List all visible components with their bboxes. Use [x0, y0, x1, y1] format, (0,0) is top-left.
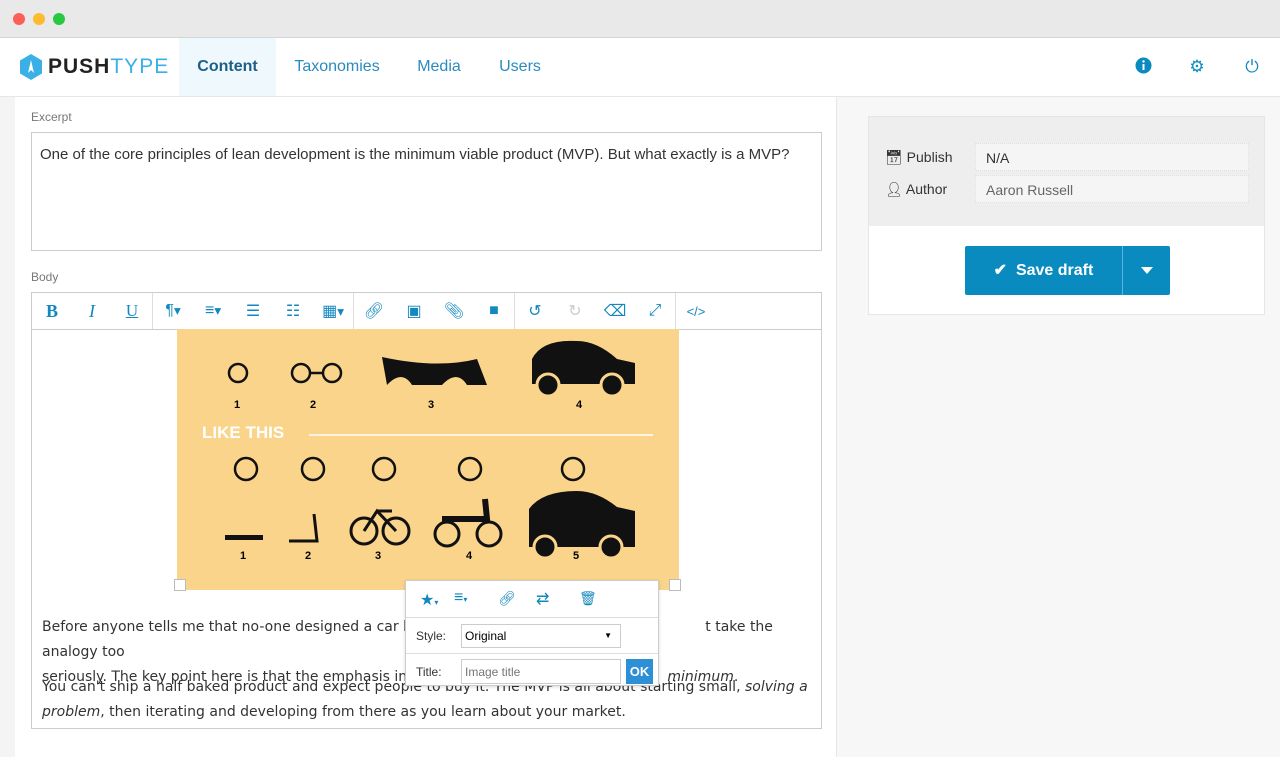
tab-content[interactable]: Content: [179, 38, 276, 96]
image-number: 4: [576, 399, 583, 411]
excerpt-textarea[interactable]: One of the core principles of lean devel…: [31, 132, 822, 251]
car-shape: [529, 491, 635, 560]
scooter-shape: [289, 513, 319, 543]
align-button[interactable]: ≡▾: [193, 302, 233, 320]
html-code-icon[interactable]: </>: [676, 304, 716, 319]
save-options-dropdown-button[interactable]: [1122, 246, 1170, 295]
publish-label: 📅︎ Publish: [885, 149, 953, 165]
image-number: 1: [234, 399, 241, 411]
mvp-illustration-image[interactable]: LIKE THIS 1 2 3 4 1 2 3 4 5: [177, 329, 679, 590]
replace-image-icon[interactable]: ⇄: [536, 589, 549, 609]
close-window-button[interactable]: [13, 13, 25, 25]
trash-icon[interactable]: 🗑︎: [579, 590, 597, 607]
image-number: 2: [305, 550, 312, 562]
ordered-list-button[interactable]: ☰: [233, 301, 273, 321]
star-style-button[interactable]: ★▾: [420, 590, 438, 610]
logo[interactable]: PUSH TYPE: [20, 54, 169, 80]
power-icon[interactable]: ⏻: [1243, 57, 1261, 76]
bold-button[interactable]: B: [32, 301, 72, 322]
eraser-icon[interactable]: ⌫: [595, 301, 635, 321]
paragraph-format-button[interactable]: ¶▾: [153, 302, 193, 320]
image-icon[interactable]: ▣: [394, 301, 434, 321]
attachment-icon[interactable]: 📎︎: [434, 301, 474, 321]
align-image-button[interactable]: ≡▾: [454, 589, 467, 607]
calendar-icon: 📅︎: [885, 149, 903, 165]
publish-panel: 📅︎ Publish N/A 👤︎ Author Aaron Russell ✔…: [868, 116, 1265, 315]
image-number: 5: [573, 550, 580, 562]
maximize-window-button[interactable]: [53, 13, 65, 25]
image-number: 2: [310, 399, 317, 411]
logo-text-bold: PUSH: [48, 55, 111, 78]
image-number: 3: [428, 399, 435, 411]
ok-button[interactable]: OK: [626, 659, 653, 684]
resize-handle[interactable]: [669, 579, 681, 591]
excerpt-label: Excerpt: [31, 110, 72, 124]
bicycle-shape: [349, 508, 411, 546]
wheel-shape: [321, 362, 343, 384]
style-select[interactable]: Original ▼: [461, 624, 621, 648]
body-label: Body: [31, 270, 59, 284]
link-icon[interactable]: 🔗︎: [354, 301, 394, 321]
publish-field[interactable]: N/A: [975, 143, 1249, 171]
info-icon[interactable]: [1134, 57, 1152, 75]
wheel-shape: [290, 362, 312, 384]
save-draft-button[interactable]: ✔ Save draft: [965, 246, 1122, 295]
style-row: Style: Original ▼: [406, 617, 658, 653]
image-number: 4: [466, 550, 473, 562]
motorcycle-shape: [433, 498, 503, 548]
logo-hexagon-icon: [20, 54, 42, 80]
editor-toolbar: B I U ¶▾ ≡▾ ☰ ☷ ▦▾ 🔗︎ ▣ 📎︎ ■ ↺ ↻ ⌫ ⤢ </>: [31, 292, 822, 330]
redo-icon: ↻: [568, 303, 582, 320]
video-icon[interactable]: ■: [474, 302, 514, 320]
tab-media[interactable]: Media: [408, 38, 470, 96]
link-image-icon[interactable]: 🔗︎: [498, 590, 516, 607]
meta-section: 📅︎ Publish N/A 👤︎ Author Aaron Russell: [869, 117, 1264, 226]
style-label: Style:: [416, 629, 447, 643]
gear-icon[interactable]: ⚙: [1188, 57, 1206, 76]
image-title-input[interactable]: [461, 659, 621, 684]
title-label: Title:: [416, 665, 442, 679]
car-shape: [532, 340, 635, 398]
image-number: 3: [375, 550, 382, 562]
car-body-shape: [382, 357, 487, 385]
image-edit-popup: ★▾ ≡▾ 🔗︎ ⇄ 🗑︎ Style: Original▼ Title: OK: [405, 580, 659, 686]
skateboard-shape: [225, 535, 263, 540]
left-gutter: [0, 97, 15, 757]
author-label: 👤︎ Author: [885, 181, 948, 197]
resize-handle[interactable]: [174, 579, 186, 591]
user-icon: 👤︎: [885, 181, 903, 197]
underline-button[interactable]: U: [112, 301, 152, 321]
image-number: 1: [240, 550, 247, 562]
author-field[interactable]: Aaron Russell: [975, 175, 1249, 203]
title-row: Title: OK: [406, 653, 658, 686]
unordered-list-button[interactable]: ☷: [273, 301, 313, 321]
tab-users[interactable]: Users: [490, 38, 550, 96]
mvp-illustration: [225, 340, 653, 560]
italic-button[interactable]: I: [72, 301, 112, 322]
image-caption: LIKE THIS: [202, 423, 285, 442]
table-button[interactable]: ▦▾: [313, 301, 353, 321]
undo-icon[interactable]: ↺: [515, 301, 555, 321]
window-titlebar: [0, 0, 1280, 38]
top-nav: PUSH TYPE Content Taxonomies Media Users …: [0, 38, 1280, 97]
caret-down-icon: [1141, 267, 1153, 274]
minimize-window-button[interactable]: [33, 13, 45, 25]
wheel-shape: [227, 362, 249, 384]
tab-taxonomies[interactable]: Taxonomies: [286, 38, 388, 96]
fullscreen-icon[interactable]: ⤢: [635, 302, 675, 320]
logo-text-light: TYPE: [110, 55, 170, 78]
check-icon: ✔: [993, 262, 1008, 279]
